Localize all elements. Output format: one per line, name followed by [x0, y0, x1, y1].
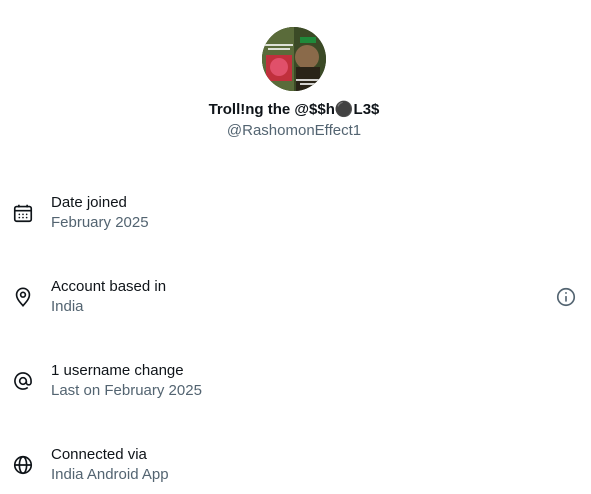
profile-header: Troll!ng the @$$h⚫️L3$ @RashomonEffect1 — [0, 27, 588, 141]
username-handle: @RashomonEffect1 — [226, 122, 362, 139]
username-change-text: 1 username change Last on February 2025 — [51, 361, 202, 401]
connected-via-value: India Android App — [51, 466, 169, 483]
username-change-row: 1 username change Last on February 2025 — [0, 361, 591, 405]
account-based-in-label: Account based in — [51, 278, 167, 295]
username-change-value: Last on February 2025 — [51, 382, 202, 399]
connected-via-row: Connected via India Android App — [0, 445, 591, 489]
username-change-label: 1 username change — [51, 362, 184, 379]
date-joined-text: Date joined February 2025 — [51, 193, 149, 233]
connected-via-text: Connected via India Android App — [51, 445, 169, 485]
date-joined-label: Date joined — [51, 194, 127, 211]
account-based-in-text: Account based in India — [51, 277, 166, 317]
calendar-icon — [12, 202, 34, 224]
display-name: Troll!ng the @$$h⚫️L3$ — [208, 101, 380, 118]
info-icon[interactable] — [555, 286, 577, 308]
date-joined-row: Date joined February 2025 — [0, 193, 591, 237]
account-based-in-value: India — [51, 298, 84, 315]
globe-icon — [12, 454, 34, 476]
account-based-in-row: Account based in India — [0, 277, 591, 321]
location-pin-icon — [12, 286, 34, 308]
connected-via-label: Connected via — [51, 446, 147, 463]
date-joined-value: February 2025 — [51, 214, 149, 231]
avatar[interactable] — [262, 27, 326, 91]
at-sign-icon — [12, 370, 34, 392]
